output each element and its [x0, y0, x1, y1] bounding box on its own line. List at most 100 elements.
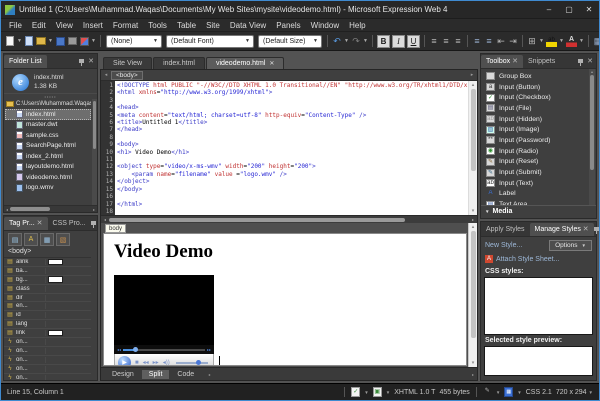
close-icon[interactable]: ✕ — [88, 58, 94, 65]
css-styles-list[interactable] — [484, 277, 593, 335]
summary-button[interactable]: ▧ — [56, 233, 70, 246]
visual-aids-icon[interactable]: ✎ — [483, 387, 492, 397]
scroll-up-arrow-icon[interactable]: ▴ — [472, 82, 475, 88]
tab-css-properties[interactable]: CSS Pro... — [48, 216, 91, 230]
property-row-dir[interactable]: ▤dir — [4, 294, 91, 303]
tab-tag-properties[interactable]: Tag Pr... ✕ — [4, 217, 48, 230]
property-row-en[interactable]: ▤en... — [4, 302, 91, 311]
close-icon[interactable]: ✕ — [510, 58, 518, 65]
italic-button[interactable]: I — [392, 35, 405, 48]
pin-icon[interactable] — [91, 221, 96, 225]
font-color-button[interactable]: A — [565, 34, 578, 48]
code-editor[interactable]: <!DOCTYPE html PUBLIC "-//W3C//DTD XHTML… — [115, 81, 468, 215]
file-index-html[interactable]: index.html — [5, 109, 91, 120]
file-master-dwt[interactable]: master.dwt — [5, 120, 91, 131]
toolbox-item-input-reset[interactable]: ✎Input (Reset) — [486, 157, 587, 168]
seek-knob[interactable] — [133, 347, 138, 352]
menu-insert[interactable]: Insert — [78, 21, 108, 30]
property-row-lang[interactable]: ▤lang — [4, 320, 91, 329]
toolbox-item-input-submit[interactable]: ✎Input (Submit) — [486, 167, 587, 178]
chevron-down-icon[interactable]: ▼ — [496, 390, 500, 395]
property-value-box[interactable] — [48, 330, 63, 337]
doctype-label[interactable]: XHTML 1.0 T — [394, 389, 435, 396]
toolbox-item-group-box[interactable]: Group Box — [486, 71, 587, 82]
next-button[interactable]: ▸▸ — [153, 360, 159, 366]
menu-site[interactable]: Site — [201, 21, 225, 30]
attach-stylesheet-row[interactable]: A Attach Style Sheet... — [481, 252, 596, 266]
menu-view[interactable]: View — [51, 21, 78, 30]
breadcrumb-tag[interactable]: <body> — [111, 71, 143, 80]
property-value-box[interactable] — [48, 259, 63, 266]
file-sample-css[interactable]: sample.css — [5, 130, 91, 141]
underline-button[interactable]: U — [407, 35, 420, 48]
file-index-2-html[interactable]: index_2.html — [5, 151, 91, 162]
new-document-dropdown[interactable]: ▼ — [16, 38, 23, 44]
options-button[interactable]: Options▼ — [549, 240, 592, 251]
tab-site-view[interactable]: Site View — [103, 57, 152, 69]
preview-dropdown[interactable]: ▼ — [90, 38, 97, 44]
file-searchpage-html[interactable]: SearchPage.html — [5, 141, 91, 152]
table-dropdown[interactable]: ▼ — [538, 38, 545, 44]
tab-manage-styles[interactable]: Manage Styles ✕ — [530, 223, 594, 236]
tree-root-folder[interactable]: C:\Users\Muhammad.Waqas\Do — [5, 100, 91, 109]
style-schema-icon[interactable]: ▦ — [504, 387, 513, 397]
toolbox-item-label[interactable]: ALabel — [486, 189, 587, 200]
toolbox-item-input-checkbox[interactable]: ✓Input (Checkbox) — [486, 92, 587, 103]
new-html-page-button[interactable] — [23, 34, 35, 48]
design-canvas[interactable]: Video Demo ◂◂ ▸▸ ▶ ■ — [103, 233, 467, 366]
toolbox-scrollbar[interactable]: ▴ — [589, 69, 595, 205]
new-style-link[interactable]: New Style... — [485, 242, 522, 249]
set-properties-first-button[interactable]: ▦ — [40, 233, 54, 246]
redo-dropdown[interactable]: ▼ — [362, 38, 369, 44]
property-row-link[interactable]: ▤link — [4, 329, 91, 338]
property-row-on[interactable]: ϟon... — [4, 356, 91, 365]
stop-button[interactable]: ■ — [135, 360, 139, 366]
bold-button[interactable]: B — [377, 35, 390, 48]
preview-in-browser-button[interactable] — [78, 34, 90, 48]
pin-icon[interactable] — [594, 227, 599, 231]
decrease-indent-button[interactable]: ⇤ — [495, 34, 507, 48]
compatibility-icon[interactable]: ▣ — [373, 387, 382, 397]
toolbox-item-input-image[interactable]: ▨Input (Image) — [486, 124, 587, 135]
scroll-right-arrow-icon[interactable]: ▸ — [472, 217, 474, 222]
menu-format[interactable]: Format — [108, 21, 143, 30]
tab-toolbox[interactable]: Toolbox ✕ — [481, 55, 523, 68]
toolbox-item-input-file[interactable]: ▤Input (File) — [486, 103, 587, 114]
play-button[interactable]: ▶ — [118, 356, 131, 366]
insert-table-button[interactable]: ⊞ — [526, 34, 538, 48]
folder-list-horizontal-scrollbar[interactable]: ◂ ▸ — [4, 205, 97, 212]
alphabetical-view-button[interactable]: A — [24, 233, 38, 246]
scroll-down-arrow-icon[interactable]: ▾ — [472, 208, 475, 214]
categorized-view-button[interactable]: ▤ — [8, 233, 22, 246]
align-right-button[interactable]: ≡ — [452, 34, 464, 48]
design-vertical-scrollbar[interactable]: ▴ ▾ — [468, 223, 477, 367]
page-dimensions-label[interactable]: 720 x 294 ▼ — [556, 389, 593, 396]
open-button[interactable] — [35, 34, 47, 48]
undo-button[interactable]: ↶ — [331, 34, 343, 48]
menu-tools[interactable]: Tools — [143, 21, 172, 30]
new-document-button[interactable] — [4, 34, 16, 48]
menu-help[interactable]: Help — [344, 21, 370, 30]
menu-panels[interactable]: Panels — [271, 21, 305, 30]
code-horizontal-scrollbar[interactable]: ◂ ▸ — [101, 215, 477, 223]
scroll-left-arrow-icon[interactable]: ◂ — [208, 372, 210, 377]
scroll-right-arrow-icon[interactable]: ▸ — [472, 372, 474, 377]
file-logo-wmv[interactable]: logo.wmv — [5, 183, 91, 194]
previous-button[interactable]: ◂◂ — [143, 360, 149, 366]
scroll-left-arrow-icon[interactable]: ◂ — [6, 207, 8, 212]
media-section-header[interactable]: ▾ Media — [481, 205, 596, 218]
chevron-down-icon[interactable]: ▼ — [364, 390, 368, 395]
property-row-alink[interactable]: ▤alink — [4, 258, 91, 267]
toolbox-item-text-area[interactable]: ▤Text Area — [486, 199, 587, 205]
font-color-dropdown[interactable]: ▼ — [578, 38, 585, 44]
tab-apply-styles[interactable]: Apply Styles — [481, 222, 530, 236]
size-select[interactable]: (Default Size)▼ — [258, 35, 322, 48]
scroll-left-arrow-icon[interactable]: ◂ — [104, 217, 106, 222]
tab-videodemo-html[interactable]: videodemo.html✕ — [206, 57, 284, 69]
increase-indent-button[interactable]: ⇥ — [507, 34, 519, 48]
open-dropdown[interactable]: ▼ — [47, 38, 54, 44]
design-horizontal-scrollbar[interactable]: ◂▸ — [202, 372, 477, 377]
view-tab-design[interactable]: Design — [105, 370, 141, 379]
highlight-button[interactable]: ab — [545, 34, 558, 48]
align-center-button[interactable]: ≡ — [440, 34, 452, 48]
